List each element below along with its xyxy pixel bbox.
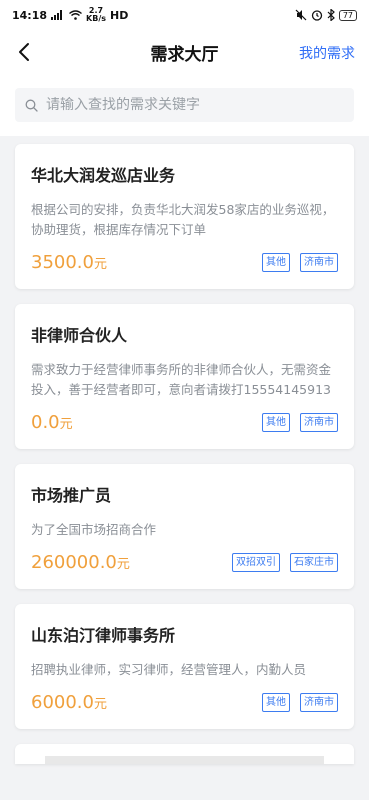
city-tag: 石家庄市 xyxy=(290,553,338,572)
search-input[interactable] xyxy=(46,97,336,113)
city-tag: 济南市 xyxy=(300,693,338,712)
price-value: 6000.0 xyxy=(31,692,94,713)
card-footer: 260000.0元 双招双引 石家庄市 xyxy=(31,552,338,573)
price-value: 0.0 xyxy=(31,412,60,433)
card-description: 为了全国市场招商合作 xyxy=(31,522,157,537)
status-time: 14:18 xyxy=(12,8,48,22)
demand-list: 华北大润发巡店业务 根据公司的安排，负责华北大润发58家店的业务巡视，协助理货，… xyxy=(0,136,369,729)
price-value: 260000.0 xyxy=(31,552,117,573)
status-bar: 14:18 2.7 KB/s HD 77 xyxy=(0,0,369,30)
card-title: 华北大润发巡店业务 xyxy=(31,166,176,185)
card-footer: 0.0元 其他 济南市 xyxy=(31,412,338,433)
demand-card[interactable]: 市场推广员 为了全国市场招商合作 260000.0元 双招双引 石家庄市 xyxy=(15,464,354,589)
status-left: 14:18 2.7 KB/s HD xyxy=(12,7,128,23)
category-tag: 其他 xyxy=(262,253,290,272)
card-tags: 其他 济南市 xyxy=(262,413,338,432)
category-tag: 其他 xyxy=(262,693,290,712)
back-arrow-icon xyxy=(19,43,29,61)
card-description: 招聘执业律师，实习律师，经营管理人，内勤人员 xyxy=(31,662,307,677)
category-tag: 其他 xyxy=(262,413,290,432)
my-requests-link[interactable]: 我的需求 xyxy=(299,43,355,63)
alarm-icon xyxy=(311,10,322,21)
price-unit: 元 xyxy=(59,417,73,432)
price-unit: 元 xyxy=(93,257,107,272)
card-price: 6000.0元 xyxy=(31,692,107,713)
search-box[interactable] xyxy=(15,88,354,122)
card-description: 根据公司的安排，负责华北大润发58家店的业务巡视，协助理货，根据库存情况下订单 xyxy=(31,202,335,237)
card-footer: 3500.0元 其他 济南市 xyxy=(31,252,338,273)
card-title: 山东泊汀律师事务所 xyxy=(31,626,176,645)
card-description: 需求致力于经营律师事务所的非律师合伙人，无需资金投入，善于经营者即可，意向者请拨… xyxy=(31,362,332,397)
demand-card[interactable]: 华北大润发巡店业务 根据公司的安排，负责华北大润发58家店的业务巡视，协助理货，… xyxy=(15,144,354,289)
nav-bar: 需求大厅 我的需求 xyxy=(0,30,369,74)
page-title: 需求大厅 xyxy=(150,44,219,65)
demand-card-partial[interactable] xyxy=(15,744,354,764)
price-value: 3500.0 xyxy=(31,252,94,273)
demand-card[interactable]: 山东泊汀律师事务所 招聘执业律师，实习律师，经营管理人，内勤人员 6000.0元… xyxy=(15,604,354,729)
card-footer: 6000.0元 其他 济南市 xyxy=(31,692,338,713)
city-tag: 济南市 xyxy=(300,253,338,272)
net-speed: 2.7 KB/s xyxy=(86,6,106,23)
search-icon xyxy=(25,99,38,112)
card-price: 260000.0元 xyxy=(31,552,130,573)
battery-icon: 77 xyxy=(338,9,357,21)
price-unit: 元 xyxy=(116,557,130,572)
network-type: HD xyxy=(110,8,129,22)
status-right: 77 xyxy=(295,9,357,21)
card-price: 0.0元 xyxy=(31,412,73,433)
card-title: 非律师合伙人 xyxy=(31,326,128,345)
price-unit: 元 xyxy=(93,697,107,712)
signal-icon xyxy=(51,10,63,20)
category-tag: 双招双引 xyxy=(232,553,280,572)
card-tags: 其他 济南市 xyxy=(262,253,338,272)
demand-card[interactable]: 非律师合伙人 需求致力于经营律师事务所的非律师合伙人，无需资金投入，善于经营者即… xyxy=(15,304,354,449)
card-tags: 其他 济南市 xyxy=(262,693,338,712)
card-tags: 双招双引 石家庄市 xyxy=(232,553,338,572)
wifi-icon xyxy=(69,10,82,20)
bluetooth-icon xyxy=(327,9,335,21)
city-tag: 济南市 xyxy=(300,413,338,432)
card-image-placeholder xyxy=(45,756,324,764)
card-price: 3500.0元 xyxy=(31,252,107,273)
back-button[interactable] xyxy=(10,38,38,66)
card-title: 市场推广员 xyxy=(31,486,112,505)
search-bar xyxy=(0,74,369,136)
mute-icon xyxy=(295,9,307,21)
